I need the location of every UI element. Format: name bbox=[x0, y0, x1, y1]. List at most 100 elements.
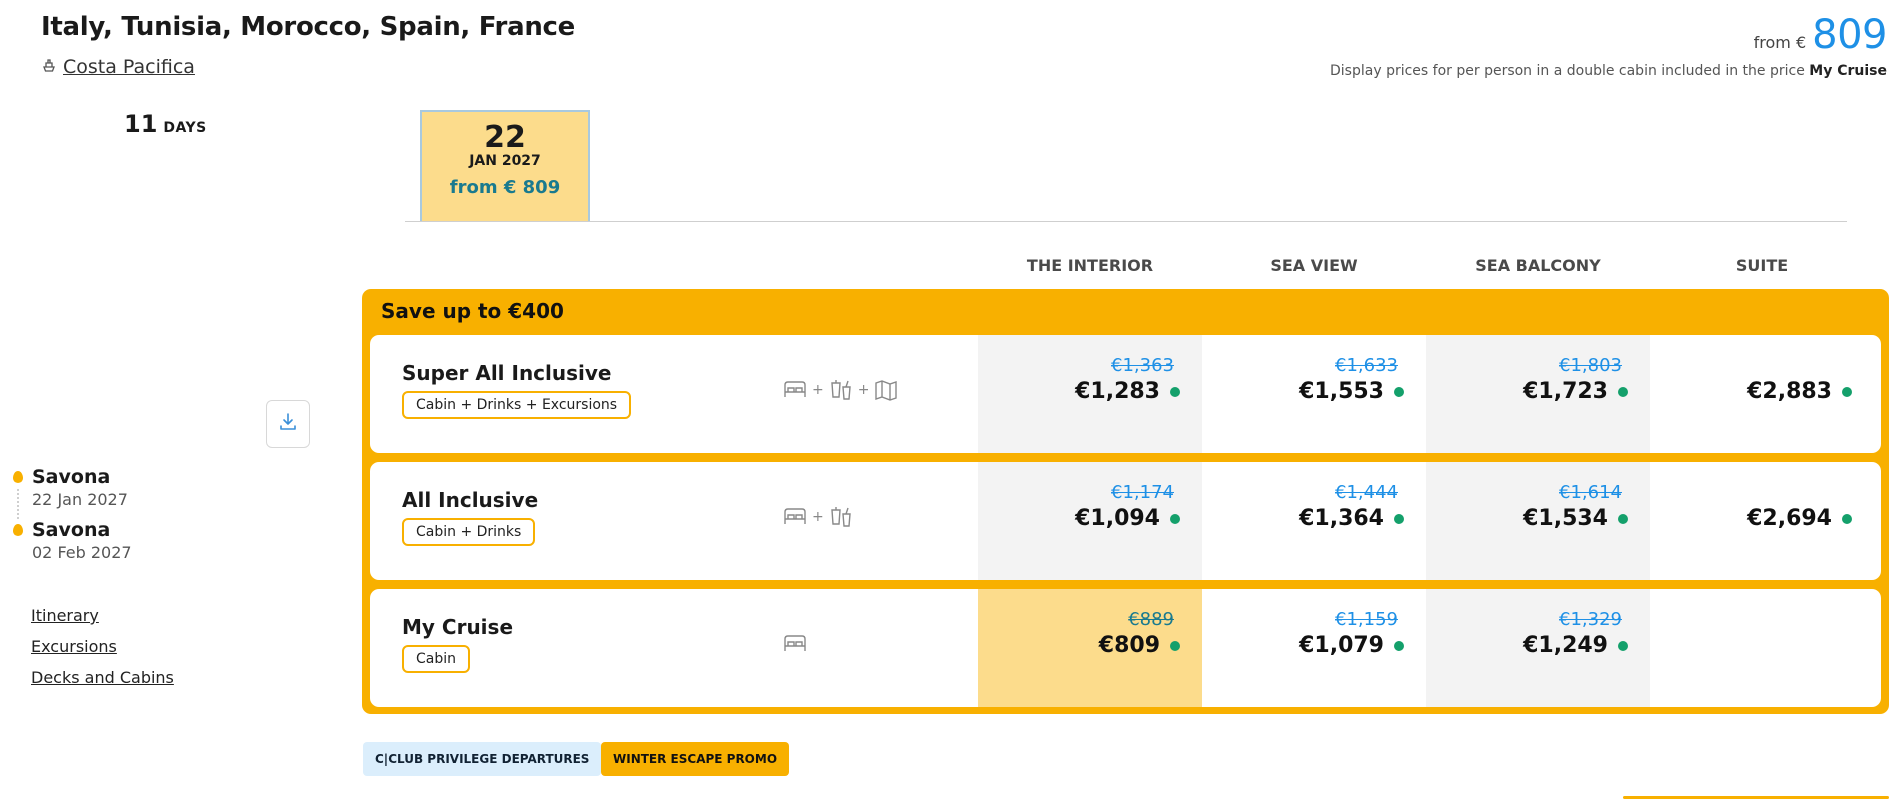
new-price: €1,079 bbox=[1299, 633, 1404, 658]
bottom-accent-line bbox=[1623, 796, 1889, 799]
link-decks-and-cabins[interactable]: Decks and Cabins bbox=[31, 668, 174, 687]
old-price: €1,363 bbox=[1111, 355, 1174, 376]
availability-dot bbox=[1618, 640, 1628, 651]
bed-icon bbox=[782, 504, 808, 530]
departure-date: 22 Jan 2027 bbox=[32, 490, 128, 509]
price-cell-interior[interactable]: €1,174 €1,094 bbox=[978, 462, 1202, 580]
display-note-bold: My Cruise bbox=[1809, 63, 1887, 79]
price-cell-suite[interactable]: €2,883 bbox=[1650, 335, 1874, 453]
badge-winter-escape: WINTER ESCAPE PROMO bbox=[601, 742, 790, 776]
new-price: €1,094 bbox=[1075, 506, 1180, 531]
package-tag: Cabin + Drinks bbox=[402, 518, 536, 546]
display-note: Display prices for per person in a doubl… bbox=[1330, 63, 1887, 79]
availability-dot bbox=[1170, 386, 1180, 397]
availability-dot bbox=[1842, 513, 1852, 524]
detail-links: Itinerary Excursions Decks and Cabins bbox=[31, 606, 174, 699]
duration: 11 DAYS bbox=[124, 110, 207, 138]
new-price: €1,534 bbox=[1523, 506, 1628, 531]
price-cell-sea-view[interactable]: €1,633 €1,553 bbox=[1202, 335, 1426, 453]
package-icons: + + bbox=[782, 377, 899, 403]
duration-value: 11 bbox=[124, 110, 158, 138]
new-price: €809 bbox=[1099, 633, 1180, 658]
availability-dot bbox=[1842, 386, 1852, 397]
old-price: €1,633 bbox=[1335, 355, 1398, 376]
plus-icon: + bbox=[812, 509, 824, 525]
col-head-interior: THE INTERIOR bbox=[1026, 256, 1154, 275]
availability-dot bbox=[1394, 386, 1404, 397]
price-cell-sea-balcony[interactable]: €1,803 €1,723 bbox=[1426, 335, 1650, 453]
route-line bbox=[17, 489, 19, 519]
new-price: €1,249 bbox=[1523, 633, 1628, 658]
old-price: €1,444 bbox=[1335, 482, 1398, 503]
availability-dot bbox=[1394, 640, 1404, 651]
col-head-suite: SUITE bbox=[1735, 256, 1789, 275]
col-head-sea-view: SEA VIEW bbox=[1270, 256, 1358, 275]
bed-icon bbox=[782, 631, 808, 657]
plus-icon: + bbox=[857, 382, 870, 398]
ship-name: Costa Pacifica bbox=[63, 56, 195, 78]
new-price: €1,553 bbox=[1299, 379, 1404, 404]
availability-dot bbox=[1394, 513, 1404, 524]
date-tab-month: JAN 2027 bbox=[469, 153, 541, 169]
old-price: €1,803 bbox=[1559, 355, 1622, 376]
package-row-super-all-inclusive: Super All Inclusive Cabin + Drinks + Exc… bbox=[370, 335, 1881, 453]
departure-port: Savona 22 Jan 2027 bbox=[12, 466, 132, 509]
old-price: €1,329 bbox=[1559, 609, 1622, 630]
package-icons: + bbox=[782, 504, 854, 530]
package-tag: Cabin bbox=[402, 645, 471, 673]
new-price: €1,723 bbox=[1523, 379, 1628, 404]
map-icon bbox=[873, 377, 899, 403]
link-itinerary[interactable]: Itinerary bbox=[31, 606, 174, 625]
tab-divider bbox=[405, 221, 1847, 222]
plus-icon: + bbox=[812, 382, 824, 398]
download-icon bbox=[277, 411, 299, 437]
new-price: €1,283 bbox=[1075, 379, 1180, 404]
ship-icon bbox=[41, 56, 57, 78]
col-head-sea-balcony: SEA BALCONY bbox=[1475, 256, 1601, 275]
package-tag: Cabin + Drinks + Excursions bbox=[402, 391, 632, 419]
old-price: €1,174 bbox=[1111, 482, 1174, 503]
link-excursions[interactable]: Excursions bbox=[31, 637, 174, 656]
old-price: €1,159 bbox=[1335, 609, 1398, 630]
drinks-icon bbox=[828, 504, 854, 530]
price-from-label: from € bbox=[1753, 33, 1807, 52]
price-from-value: 809 bbox=[1812, 12, 1887, 58]
new-price: €1,364 bbox=[1299, 506, 1404, 531]
price-cell-suite[interactable]: €2,694 bbox=[1650, 462, 1874, 580]
new-price: €2,883 bbox=[1747, 379, 1852, 404]
departure-port-name: Savona bbox=[32, 466, 111, 488]
package-name: My Cruise bbox=[402, 615, 514, 639]
package-row-my-cruise: My Cruise Cabin €889 €809 €1,159 €1,079 … bbox=[370, 589, 1881, 707]
arrival-port-name: Savona bbox=[32, 519, 111, 541]
arrival-port: Savona 02 Feb 2027 bbox=[12, 519, 132, 562]
drinks-icon bbox=[828, 377, 854, 403]
price-cell-interior[interactable]: €1,363 €1,283 bbox=[978, 335, 1202, 453]
old-price: €889 bbox=[1128, 609, 1174, 630]
package-name: Super All Inclusive bbox=[402, 361, 612, 385]
availability-dot bbox=[1618, 513, 1628, 524]
duration-unit: DAYS bbox=[163, 120, 207, 136]
price-cell-interior-selected[interactable]: €889 €809 bbox=[978, 589, 1202, 707]
availability-dot bbox=[1170, 513, 1180, 524]
old-price: €1,614 bbox=[1559, 482, 1622, 503]
promo-box: Save up to €400 Super All Inclusive Cabi… bbox=[362, 289, 1889, 714]
package-name: All Inclusive bbox=[402, 488, 539, 512]
ship-link[interactable]: Costa Pacifica bbox=[41, 56, 195, 78]
package-row-all-inclusive: All Inclusive Cabin + Drinks + €1,174 €1… bbox=[370, 462, 1881, 580]
arrival-date: 02 Feb 2027 bbox=[32, 543, 132, 562]
page-title: Italy, Tunisia, Morocco, Spain, France bbox=[41, 12, 575, 42]
promo-title: Save up to €400 bbox=[381, 299, 564, 323]
price-cell-sea-view[interactable]: €1,444 €1,364 bbox=[1202, 462, 1426, 580]
location-pin-icon bbox=[13, 471, 23, 483]
price-cell-sea-balcony[interactable]: €1,614 €1,534 bbox=[1426, 462, 1650, 580]
date-tab-22-jan[interactable]: 22 JAN 2027 from € 809 bbox=[420, 110, 590, 222]
availability-dot bbox=[1618, 386, 1628, 397]
price-cell-suite-empty bbox=[1650, 589, 1874, 707]
location-pin-icon bbox=[13, 524, 23, 536]
date-tab-price: from € 809 bbox=[449, 177, 561, 198]
route: Savona 22 Jan 2027 Savona 02 Feb 2027 bbox=[12, 466, 132, 562]
price-cell-sea-balcony[interactable]: €1,329 €1,249 bbox=[1426, 589, 1650, 707]
price-cell-sea-view[interactable]: €1,159 €1,079 bbox=[1202, 589, 1426, 707]
download-button[interactable] bbox=[266, 400, 310, 448]
badge-cclub-privilege: C|CLUB PRIVILEGE DEPARTURES bbox=[363, 742, 602, 776]
